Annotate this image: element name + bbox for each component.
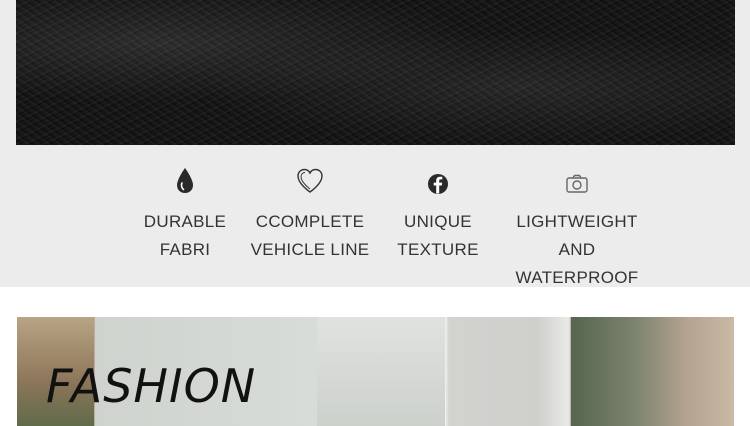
feature-label: CCOMPLETE VEHICLE LINE bbox=[250, 212, 370, 259]
product-page: DURABLE FABRI CCOMPLETE VEHICLE LINE UNI… bbox=[0, 0, 750, 426]
banner-background-window bbox=[571, 317, 734, 426]
feature-complete-vehicle-line: CCOMPLETE VEHICLE LINE bbox=[245, 166, 375, 264]
heart-icon bbox=[245, 166, 375, 196]
feature-label: UNIQUE TEXTURE bbox=[397, 212, 479, 259]
water-drop-icon bbox=[135, 166, 235, 196]
facebook-icon bbox=[388, 166, 488, 196]
leather-texture-image bbox=[16, 0, 735, 145]
fashion-banner-title: FASHION bbox=[46, 359, 257, 413]
feature-unique-texture: UNIQUE TEXTURE bbox=[388, 166, 488, 264]
feature-label: LIGHTWEIGHT AND WATERPROOF bbox=[515, 212, 639, 287]
feature-label: DURABLE FABRI bbox=[143, 212, 227, 259]
feature-lightweight-waterproof: LIGHTWEIGHT AND WATERPROOF bbox=[497, 166, 657, 292]
banner-background-wall bbox=[317, 317, 445, 426]
camera-icon bbox=[497, 166, 657, 196]
feature-durable: DURABLE FABRI bbox=[135, 166, 235, 264]
